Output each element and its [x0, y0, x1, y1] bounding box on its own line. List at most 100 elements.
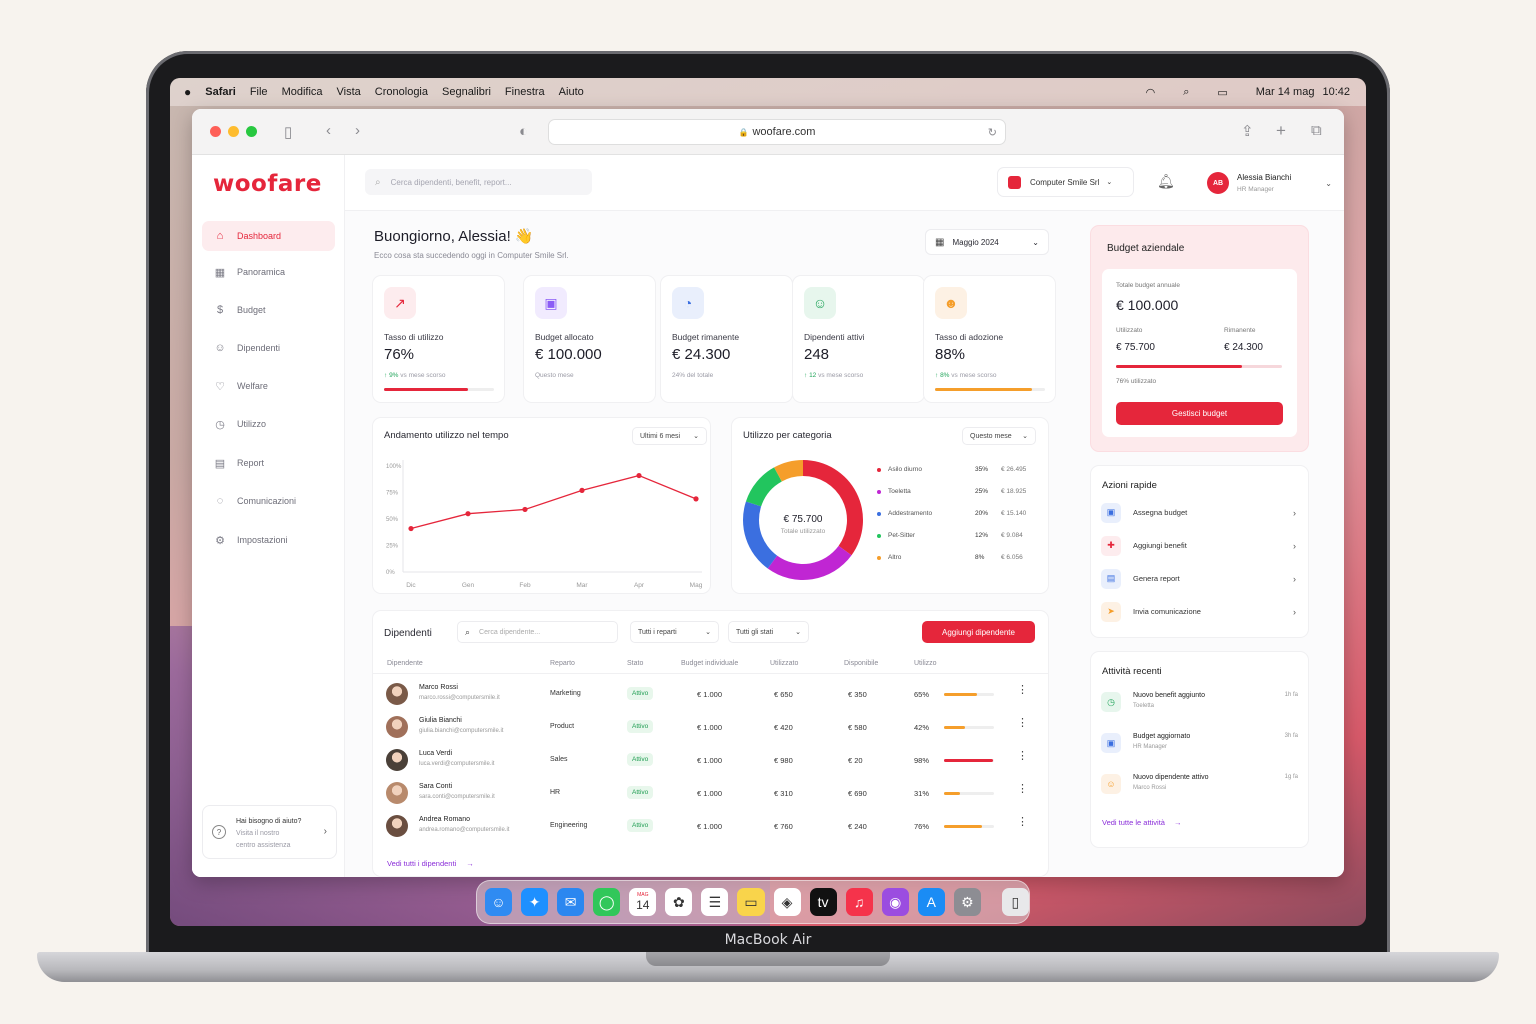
reload-icon[interactable]: ↻ [988, 126, 997, 139]
view-all-activity-link[interactable]: Vedi tutte le attività → [1102, 818, 1181, 827]
status-filter[interactable]: Tutti gli stati ⌄ [728, 621, 809, 643]
user-menu[interactable]: AB Alessia Bianchi HR Manager ⌄ [1207, 165, 1332, 201]
tab-overview-icon[interactable]: ⧉ [1311, 122, 1322, 139]
department-filter[interactable]: Tutti i reparti ⌄ [630, 621, 719, 643]
battery-icon[interactable]: ▭ [1217, 86, 1227, 99]
freeform-icon[interactable]: ◈ [773, 888, 801, 916]
employee-search-input[interactable]: ⌕ Cerca dipendente... [457, 621, 618, 643]
manage-budget-button[interactable]: Gestisci budget [1116, 402, 1283, 425]
woofare-logo[interactable]: woofare [213, 171, 322, 197]
settings-icon[interactable]: ⚙ [953, 888, 981, 916]
bell-icon[interactable]: 🔔︎ [1157, 173, 1175, 190]
quick-action-aggiungi-benefit[interactable]: ✚ Aggiungi benefit › [1101, 533, 1296, 558]
add-employee-button[interactable]: Aggiungi dipendente [922, 621, 1035, 643]
sidebar-toggle-icon[interactable]: ▯ [284, 123, 292, 141]
column-header[interactable]: Stato [627, 660, 643, 667]
table-row[interactable]: Luca Verdi luca.verdi@computersmile.it Sal… [373, 744, 1048, 777]
clock-time[interactable]: 10:42 [1322, 86, 1350, 98]
address-bar[interactable]: 🔒 woofare.com ↻ [548, 119, 1006, 145]
minimize-window-button[interactable] [228, 126, 239, 137]
finder-icon[interactable]: ☺ [485, 888, 513, 916]
sidebar-item-comunicazioni[interactable]: ◌ Comunicazioni [202, 486, 335, 516]
tv-icon[interactable]: tv [809, 888, 837, 916]
usage-data-point[interactable] [522, 506, 528, 513]
donut-slice-pet-sitter[interactable] [745, 467, 782, 507]
column-header[interactable]: Utilizzato [770, 660, 798, 667]
view-all-employees-link[interactable]: Vedi tutti i dipendenti → [387, 859, 474, 868]
donut-slice-addestramento[interactable] [743, 501, 778, 569]
menu-app-name[interactable]: Safari [205, 86, 236, 98]
quick-action-genera-report[interactable]: ▤ Genera report › [1101, 566, 1296, 591]
clock-date[interactable]: Mar 14 mag [1256, 86, 1315, 98]
period-selector[interactable]: ▦ Maggio 2024 ⌄ [925, 229, 1049, 255]
menu-aiuto[interactable]: Aiuto [559, 86, 584, 98]
company-selector[interactable]: Computer Smile Srl ⌄ [997, 167, 1134, 197]
sidebar-item-impostazioni[interactable]: ⚙ Impostazioni [202, 525, 335, 555]
activity-item[interactable]: ☺ Nuovo dipendente attivo Marco Rossi 1g fa [1101, 772, 1298, 802]
menu-file[interactable]: File [250, 86, 268, 98]
mail-icon[interactable]: ✉ [557, 888, 585, 916]
global-search-input[interactable]: ⌕ Cerca dipendenti, benefit, report... [365, 169, 592, 195]
usage-data-point[interactable] [408, 525, 414, 532]
sidebar-item-dashboard[interactable]: ⌂ Dashboard [202, 221, 335, 251]
menu-finestra[interactable]: Finestra [505, 86, 545, 98]
back-icon[interactable]: ‹ [326, 122, 331, 139]
messages-icon[interactable]: ◯ [593, 888, 621, 916]
safari-icon[interactable]: ✦ [521, 888, 549, 916]
kpi-card[interactable]: ☻ Tasso di adozione 88% ↑ 8% vs mese scorso [923, 275, 1056, 403]
more-options-icon[interactable]: ⋮ [1017, 718, 1028, 729]
quick-action-invia-comunicazione[interactable]: ➤ Invia comunicazione › [1101, 599, 1296, 624]
table-row[interactable]: Andrea Romano andrea.romano@computersmile… [373, 810, 1048, 843]
column-header[interactable]: Reparto [550, 660, 575, 667]
appstore-icon[interactable]: A [917, 888, 945, 916]
activity-item[interactable]: ▣ Budget aggiornato HR Manager 3h fa [1101, 731, 1298, 761]
zoom-window-button[interactable] [246, 126, 257, 137]
donut-slice-asilo-diurno[interactable] [803, 460, 863, 556]
kpi-card[interactable]: ▣ Budget allocato € 100.000 Questo mese [523, 275, 656, 403]
podcasts-icon[interactable]: ◉ [881, 888, 909, 916]
trash-icon[interactable]: ▯ [1001, 888, 1029, 916]
kpi-card[interactable]: ☺ Dipendenti attivi 248 ↑ 12 vs mese scorso [792, 275, 925, 403]
menu-cronologia[interactable]: Cronologia [375, 86, 428, 98]
sidebar-item-dipendenti[interactable]: ☺ Dipendenti [202, 333, 335, 363]
close-window-button[interactable] [210, 126, 221, 137]
usage-data-point[interactable] [636, 472, 642, 479]
sidebar-item-welfare[interactable]: ♡ Welfare [202, 371, 335, 401]
help-card[interactable]: ? Hai bisogno di aiuto? Visita il nostro… [202, 805, 337, 859]
calendar-icon[interactable]: 14 MAG [629, 888, 657, 916]
usage-data-point[interactable] [693, 496, 699, 502]
sidebar-item-budget[interactable]: $ Budget [202, 295, 335, 325]
new-tab-icon[interactable]: + [1276, 121, 1286, 141]
donut-slice-toeletta[interactable] [767, 545, 852, 580]
column-header[interactable]: Disponibile [844, 660, 878, 667]
column-header[interactable]: Dipendente [387, 660, 423, 667]
menu-modifica[interactable]: Modifica [282, 86, 323, 98]
more-options-icon[interactable]: ⋮ [1017, 817, 1028, 828]
table-row[interactable]: Marco Rossi marco.rossi@computersmile.it M… [373, 678, 1048, 711]
kpi-card[interactable]: ↗ Tasso di utilizzo 76% ↑ 9% vs mese scorso [372, 275, 505, 403]
usage-data-point[interactable] [465, 511, 471, 517]
table-row[interactable]: Sara Conti sara.conti@computersmile.it HR A… [373, 777, 1048, 810]
photos-icon[interactable]: ✿ [665, 888, 693, 916]
spotlight-icon[interactable]: ⌕ [1183, 86, 1189, 99]
quick-action-assegna-budget[interactable]: ▣ Assegna budget › [1101, 500, 1296, 525]
apple-icon[interactable]: ● [184, 85, 191, 99]
sidebar-item-report[interactable]: ▤ Report [202, 448, 335, 478]
sidebar-item-utilizzo[interactable]: ◷ Utilizzo [202, 409, 335, 439]
notes-icon[interactable]: ▭ [737, 888, 765, 916]
more-options-icon[interactable]: ⋮ [1017, 784, 1028, 795]
kpi-card[interactable]: ◔ Budget rimanente € 24.300 24% del totale [660, 275, 793, 403]
forward-icon[interactable]: › [355, 122, 360, 139]
more-options-icon[interactable]: ⋮ [1017, 751, 1028, 762]
sidebar-item-panoramica[interactable]: ▦ Panoramica [202, 257, 335, 287]
activity-item[interactable]: ◷ Nuovo benefit aggiunto Toeletta 1h fa [1101, 690, 1298, 720]
column-header[interactable]: Utilizzo [914, 660, 937, 667]
privacy-shield-icon[interactable]: ◐ [519, 123, 528, 140]
wifi-icon[interactable]: ◠ [1146, 86, 1156, 99]
music-icon[interactable]: ♫ [845, 888, 873, 916]
usage-data-point[interactable] [579, 487, 585, 493]
column-header[interactable]: Budget individuale [681, 660, 738, 667]
table-row[interactable]: Giulia Bianchi giulia.bianchi@computersmi… [373, 711, 1048, 744]
more-options-icon[interactable]: ⋮ [1017, 685, 1028, 696]
reminders-icon[interactable]: ☰ [701, 888, 729, 916]
